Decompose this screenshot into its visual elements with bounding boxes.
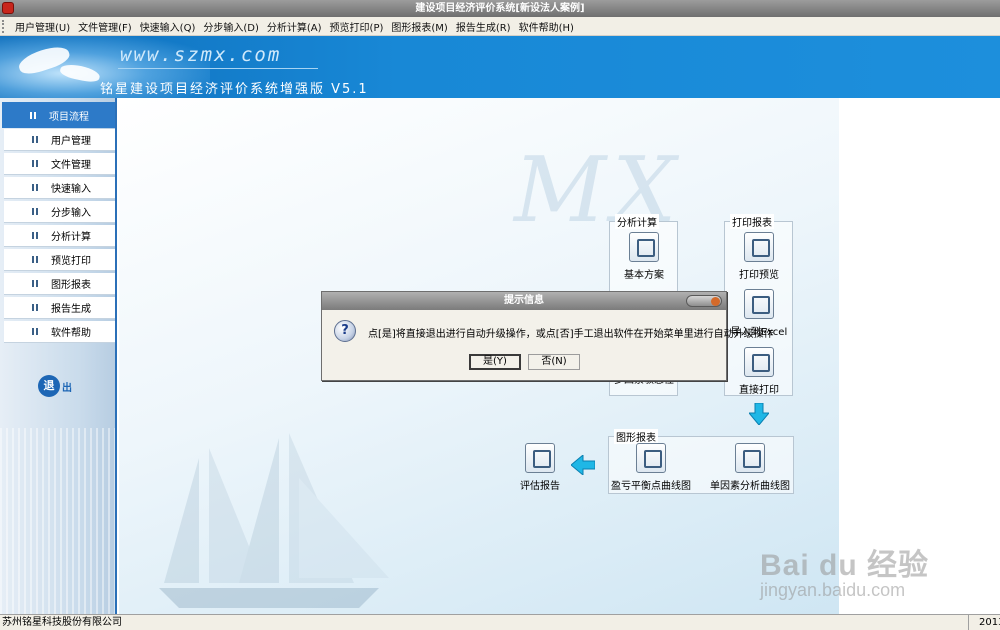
exit-button[interactable]: 退 出: [38, 375, 72, 397]
sidebar-item-label: 预览打印: [51, 256, 91, 267]
tool-label: 打印预览: [739, 270, 779, 281]
bullet-icon: [32, 256, 39, 263]
menubar-grip[interactable]: [2, 19, 7, 33]
bullet-icon: [32, 328, 39, 335]
printer-icon: [744, 347, 774, 377]
arrow-down-icon: [749, 403, 769, 425]
tool-label: 单因素分析曲线图: [710, 481, 790, 492]
sidebar-item-label: 分步输入: [51, 208, 91, 219]
bullet-icon: [30, 111, 37, 119]
tool-label: 评估报告: [520, 481, 560, 492]
sidebar-item-label: 用户管理: [51, 136, 91, 147]
status-bar: 苏州铭星科技股份有限公司 2013-: [0, 614, 1000, 630]
sidebar-item-label: 图形报表: [51, 280, 91, 291]
window-title: 建设项目经济评价系统[新设法人案例]: [415, 3, 585, 14]
bullet-icon: [32, 232, 39, 239]
menu-quick-input[interactable]: 快速输入(Q): [136, 19, 200, 34]
watermark-brand: Bai du 经验: [760, 549, 930, 582]
sidebar-item-quick-input[interactable]: 快速输入: [4, 177, 115, 199]
sidebar-item-preview-print[interactable]: 预览打印: [4, 249, 115, 271]
evaluation-report-tool[interactable]: 评估报告: [495, 443, 585, 492]
sidebar-item-report[interactable]: 报告生成: [4, 297, 115, 319]
tool-label: 基本方案: [624, 270, 664, 281]
no-button[interactable]: 否(N): [528, 354, 580, 370]
single-factor-chart-tool[interactable]: 单因素分析曲线图: [705, 443, 795, 492]
group-charts: 图形报表 盈亏平衡点曲线图 单因素分析曲线图: [606, 429, 795, 494]
dialog-titlebar: 提示信息: [322, 292, 726, 310]
sidebar-item-analysis[interactable]: 分析计算: [4, 225, 115, 247]
menu-bar: 用户管理(U) 文件管理(F) 快速输入(Q) 分步输入(D) 分析计算(A) …: [0, 17, 1000, 36]
banner-url: www.szmx.com: [120, 44, 282, 66]
sidebar-item-project-flow[interactable]: 项目流程: [2, 102, 115, 128]
print-preview-tool[interactable]: 打印预览: [714, 232, 804, 281]
close-icon: [711, 297, 720, 306]
window-titlebar: 建设项目经济评价系统[新设法人案例]: [0, 0, 1000, 17]
bullet-icon: [32, 184, 39, 191]
dialog-title: 提示信息: [504, 295, 544, 306]
menu-file[interactable]: 文件管理(F): [74, 19, 136, 34]
bullet-icon: [32, 280, 39, 287]
group-title: 分析计算: [615, 214, 659, 229]
bullet-icon: [32, 160, 39, 167]
sidebar-item-help[interactable]: 软件帮助: [4, 321, 115, 343]
sidebar-item-step-input[interactable]: 分步输入: [4, 201, 115, 223]
sidebar: 项目流程 用户管理 文件管理 快速输入 分步输入 分析计算 预览打印 图形报表 …: [0, 98, 117, 614]
bullet-icon: [32, 304, 39, 311]
menu-preview-print[interactable]: 预览打印(P): [326, 19, 388, 34]
basic-scheme-tool[interactable]: 基本方案: [599, 232, 689, 281]
sidebar-item-label: 分析计算: [51, 232, 91, 243]
sidebar-item-label: 文件管理: [51, 160, 91, 171]
app-icon[interactable]: [2, 2, 14, 14]
breakeven-chart-tool[interactable]: 盈亏平衡点曲线图: [606, 443, 696, 492]
bullet-icon: [32, 208, 39, 215]
bullet-icon: [32, 136, 39, 143]
ship-illustration: [159, 433, 389, 608]
product-title: 铭星建设项目经济评价系统增强版 V5.1: [100, 82, 369, 97]
right-pane: [839, 98, 1000, 614]
status-date: 2013-: [968, 615, 1000, 630]
yes-button[interactable]: 是(Y): [469, 354, 521, 370]
close-button[interactable]: [686, 295, 722, 307]
exit-icon: 退: [38, 375, 60, 397]
company-name: 苏州铭星科技股份有限公司: [2, 617, 122, 628]
group-title: 图形报表: [614, 429, 658, 444]
monitor-icon: [629, 232, 659, 262]
sidebar-item-charts[interactable]: 图形报表: [4, 273, 115, 295]
banner-divider: [118, 68, 318, 69]
menu-user[interactable]: 用户管理(U): [11, 19, 74, 34]
baidu-watermark: Bai du 经验 jingyan.baidu.com: [760, 540, 929, 601]
group-title: 打印报表: [730, 214, 774, 229]
exit-label: 出: [62, 382, 72, 394]
menu-report[interactable]: 报告生成(R): [452, 19, 515, 34]
print-preview-icon: [744, 232, 774, 262]
menu-help[interactable]: 软件帮助(H): [515, 19, 578, 34]
sidebar-decoration: [0, 428, 115, 614]
menu-charts[interactable]: 图形报表(M): [387, 19, 451, 34]
sidebar-item-file[interactable]: 文件管理: [4, 153, 115, 175]
direct-print-tool[interactable]: 直接打印: [714, 347, 804, 396]
dialog-message: 点[是]将直接退出进行自动升级操作，或点[否]手工退出软件在开始菜单里进行自动升…: [368, 329, 774, 340]
sidebar-item-label: 项目流程: [49, 111, 89, 123]
sidebar-item-label: 软件帮助: [51, 328, 91, 339]
sidebar-item-label: 报告生成: [51, 304, 91, 315]
sidebar-item-user[interactable]: 用户管理: [4, 129, 115, 151]
tool-label: 直接打印: [739, 385, 779, 396]
question-icon: ?: [334, 320, 356, 342]
info-dialog: 提示信息 ? 点[是]将直接退出进行自动升级操作，或点[否]手工退出软件在开始菜…: [321, 291, 774, 381]
single-factor-chart-icon: [735, 443, 765, 473]
header-banner: www.szmx.com 铭星建设项目经济评价系统增强版 V5.1: [0, 36, 1000, 98]
group-print: 打印报表 打印预览 导入到Excel 直接打印: [724, 214, 793, 396]
tool-label: 盈亏平衡点曲线图: [611, 481, 691, 492]
menu-analysis[interactable]: 分析计算(A): [263, 19, 326, 34]
watermark-url: jingyan.baidu.com: [760, 580, 906, 600]
menu-step-input[interactable]: 分步输入(D): [199, 19, 263, 34]
breakeven-chart-icon: [636, 443, 666, 473]
excel-icon: [744, 289, 774, 319]
report-icon: [525, 443, 555, 473]
sidebar-item-label: 快速输入: [51, 184, 91, 195]
